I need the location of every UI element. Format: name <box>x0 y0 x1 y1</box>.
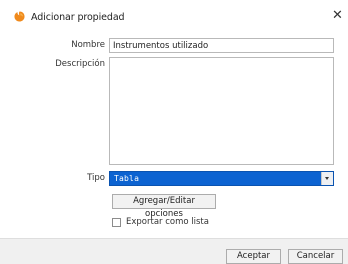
title-bar: Adicionar propiedad ✕ <box>0 0 348 34</box>
export-list-label: Exportar como lista <box>126 217 209 227</box>
type-label: Tipo <box>87 173 105 183</box>
accept-button[interactable]: Aceptar <box>226 249 281 264</box>
type-select[interactable]: Tabla <box>109 171 334 186</box>
chevron-down-icon[interactable] <box>321 172 333 185</box>
name-label: Nombre <box>71 40 105 50</box>
window-title: Adicionar propiedad <box>31 12 125 23</box>
type-select-value: Tabla <box>114 174 140 183</box>
app-logo-icon <box>14 11 25 22</box>
close-icon[interactable]: ✕ <box>332 9 343 22</box>
cancel-button[interactable]: Cancelar <box>288 249 343 264</box>
description-label: Descripción <box>55 59 105 69</box>
description-textarea[interactable] <box>109 57 334 165</box>
name-input[interactable] <box>109 38 334 53</box>
edit-options-button[interactable]: Agregar/Editar opciones <box>112 194 216 219</box>
export-list-checkbox[interactable] <box>112 218 121 227</box>
